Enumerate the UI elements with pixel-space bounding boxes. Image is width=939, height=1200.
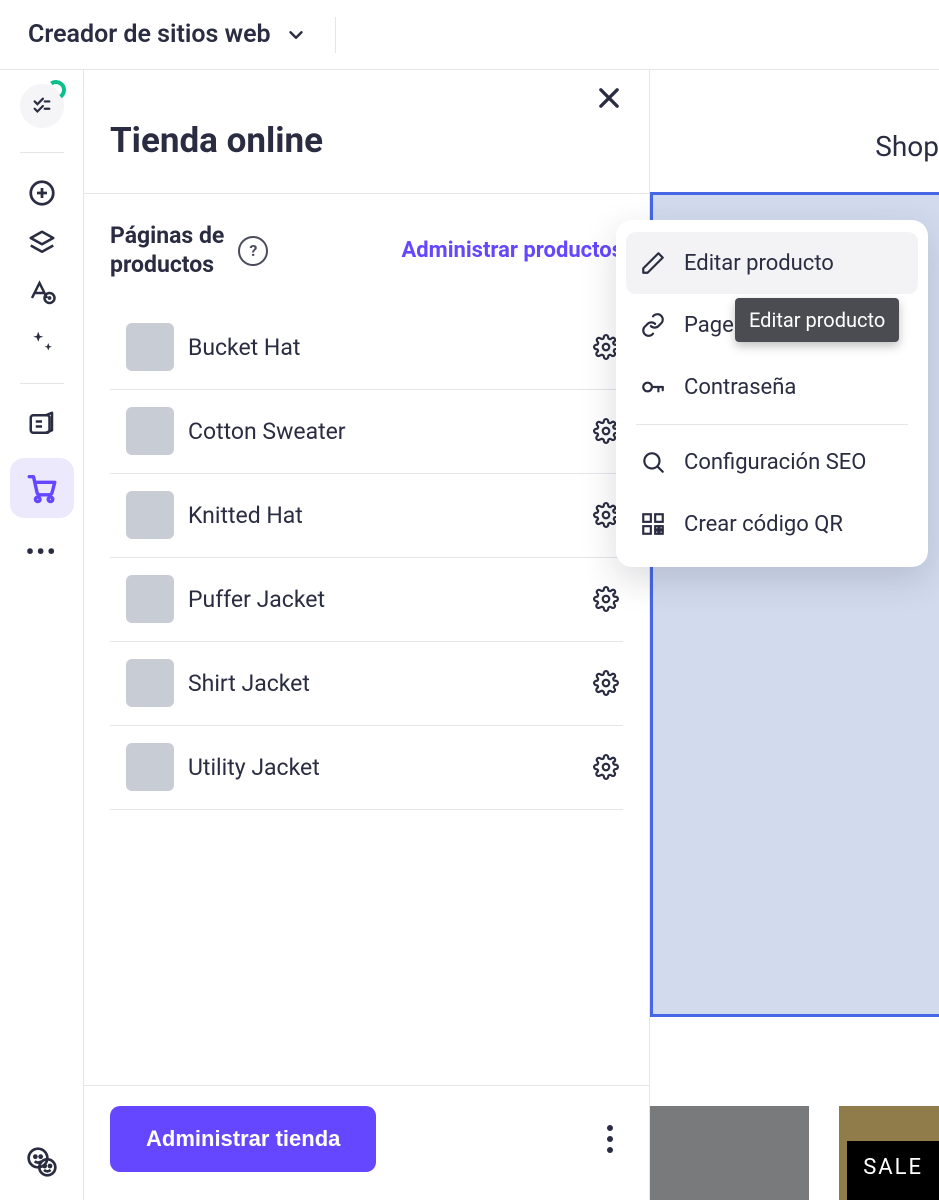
ctx-label: Page (684, 313, 734, 338)
ctx-label: Configuración SEO (684, 450, 866, 475)
sale-badge: SALE (847, 1141, 939, 1200)
pencil-icon (640, 250, 666, 276)
shop-nav-label[interactable]: Shop (875, 130, 939, 163)
sparkle-icon[interactable] (26, 327, 58, 359)
product-name: Bucket Hat (188, 334, 300, 361)
qr-icon (640, 511, 666, 537)
product-row[interactable]: Utility Jacket (110, 726, 623, 810)
ctx-label: Crear código QR (684, 512, 843, 537)
blog-icon[interactable] (26, 408, 58, 440)
canvas-product-thumbnail[interactable] (650, 1106, 809, 1200)
feedback-icon[interactable] (26, 1146, 58, 1178)
product-thumbnail (126, 575, 174, 623)
product-list: Bucket Hat Cotton Sweater Knitted Hat Pu… (84, 306, 649, 1086)
divider (335, 17, 336, 53)
layers-icon[interactable] (26, 227, 58, 259)
close-icon[interactable] (595, 84, 623, 112)
manage-store-button[interactable]: Administrar tienda (110, 1106, 376, 1172)
progress-indicator[interactable] (20, 84, 64, 128)
more-options-icon[interactable] (607, 1125, 613, 1153)
ctx-edit-product[interactable]: Editar producto (626, 232, 918, 294)
key-icon (640, 374, 666, 400)
store-icon[interactable] (10, 458, 74, 518)
product-row[interactable]: Bucket Hat (110, 306, 623, 390)
product-row[interactable]: Cotton Sweater (110, 390, 623, 474)
search-icon (640, 449, 666, 475)
context-menu: Editar producto Page Contraseña Configur… (616, 220, 928, 567)
ctx-label: Editar producto (684, 251, 834, 276)
panel-title: Tienda online (84, 70, 649, 194)
product-thumbnail (126, 743, 174, 791)
site-builder-dropdown-label[interactable]: Creador de sitios web (28, 20, 271, 49)
divider (20, 383, 64, 384)
divider (20, 152, 64, 153)
tooltip: Editar producto (735, 298, 899, 342)
section-title: Páginas de productos (110, 222, 224, 280)
product-name: Shirt Jacket (188, 670, 310, 697)
product-thumbnail (126, 323, 174, 371)
product-pages-header: Páginas de productos ? Administrar produ… (84, 194, 649, 306)
product-thumbnail (126, 491, 174, 539)
ctx-qr[interactable]: Crear código QR (626, 493, 918, 555)
product-row[interactable]: Knitted Hat (110, 474, 623, 558)
product-name: Knitted Hat (188, 502, 303, 529)
product-thumbnail (126, 407, 174, 455)
product-name: Cotton Sweater (188, 418, 346, 445)
canvas-products-row: SALE (650, 1106, 939, 1200)
help-icon[interactable]: ? (238, 236, 268, 266)
styles-icon[interactable] (26, 277, 58, 309)
add-icon[interactable] (26, 177, 58, 209)
product-row[interactable]: Shirt Jacket (110, 642, 623, 726)
ctx-seo[interactable]: Configuración SEO (626, 431, 918, 493)
canvas-product-thumbnail[interactable]: SALE (839, 1106, 939, 1200)
icon-rail: ••• (0, 70, 84, 1200)
manage-products-link[interactable]: Administrar productos (401, 238, 623, 263)
topbar: Creador de sitios web (0, 0, 939, 70)
ctx-label: Contraseña (684, 375, 796, 400)
panel-footer: Administrar tienda (84, 1085, 649, 1200)
product-name: Puffer Jacket (188, 586, 325, 613)
gear-icon[interactable] (593, 670, 619, 696)
more-icon[interactable]: ••• (26, 536, 58, 568)
product-name: Utility Jacket (188, 754, 320, 781)
store-panel: Tienda online Páginas de productos ? Adm… (84, 70, 650, 1200)
gear-icon[interactable] (593, 754, 619, 780)
gear-icon[interactable] (593, 586, 619, 612)
product-thumbnail (126, 659, 174, 707)
chevron-down-icon[interactable] (285, 24, 307, 46)
product-row[interactable]: Puffer Jacket (110, 558, 623, 642)
link-icon (640, 312, 666, 338)
ctx-password[interactable]: Contraseña (626, 356, 918, 418)
divider (636, 424, 908, 425)
